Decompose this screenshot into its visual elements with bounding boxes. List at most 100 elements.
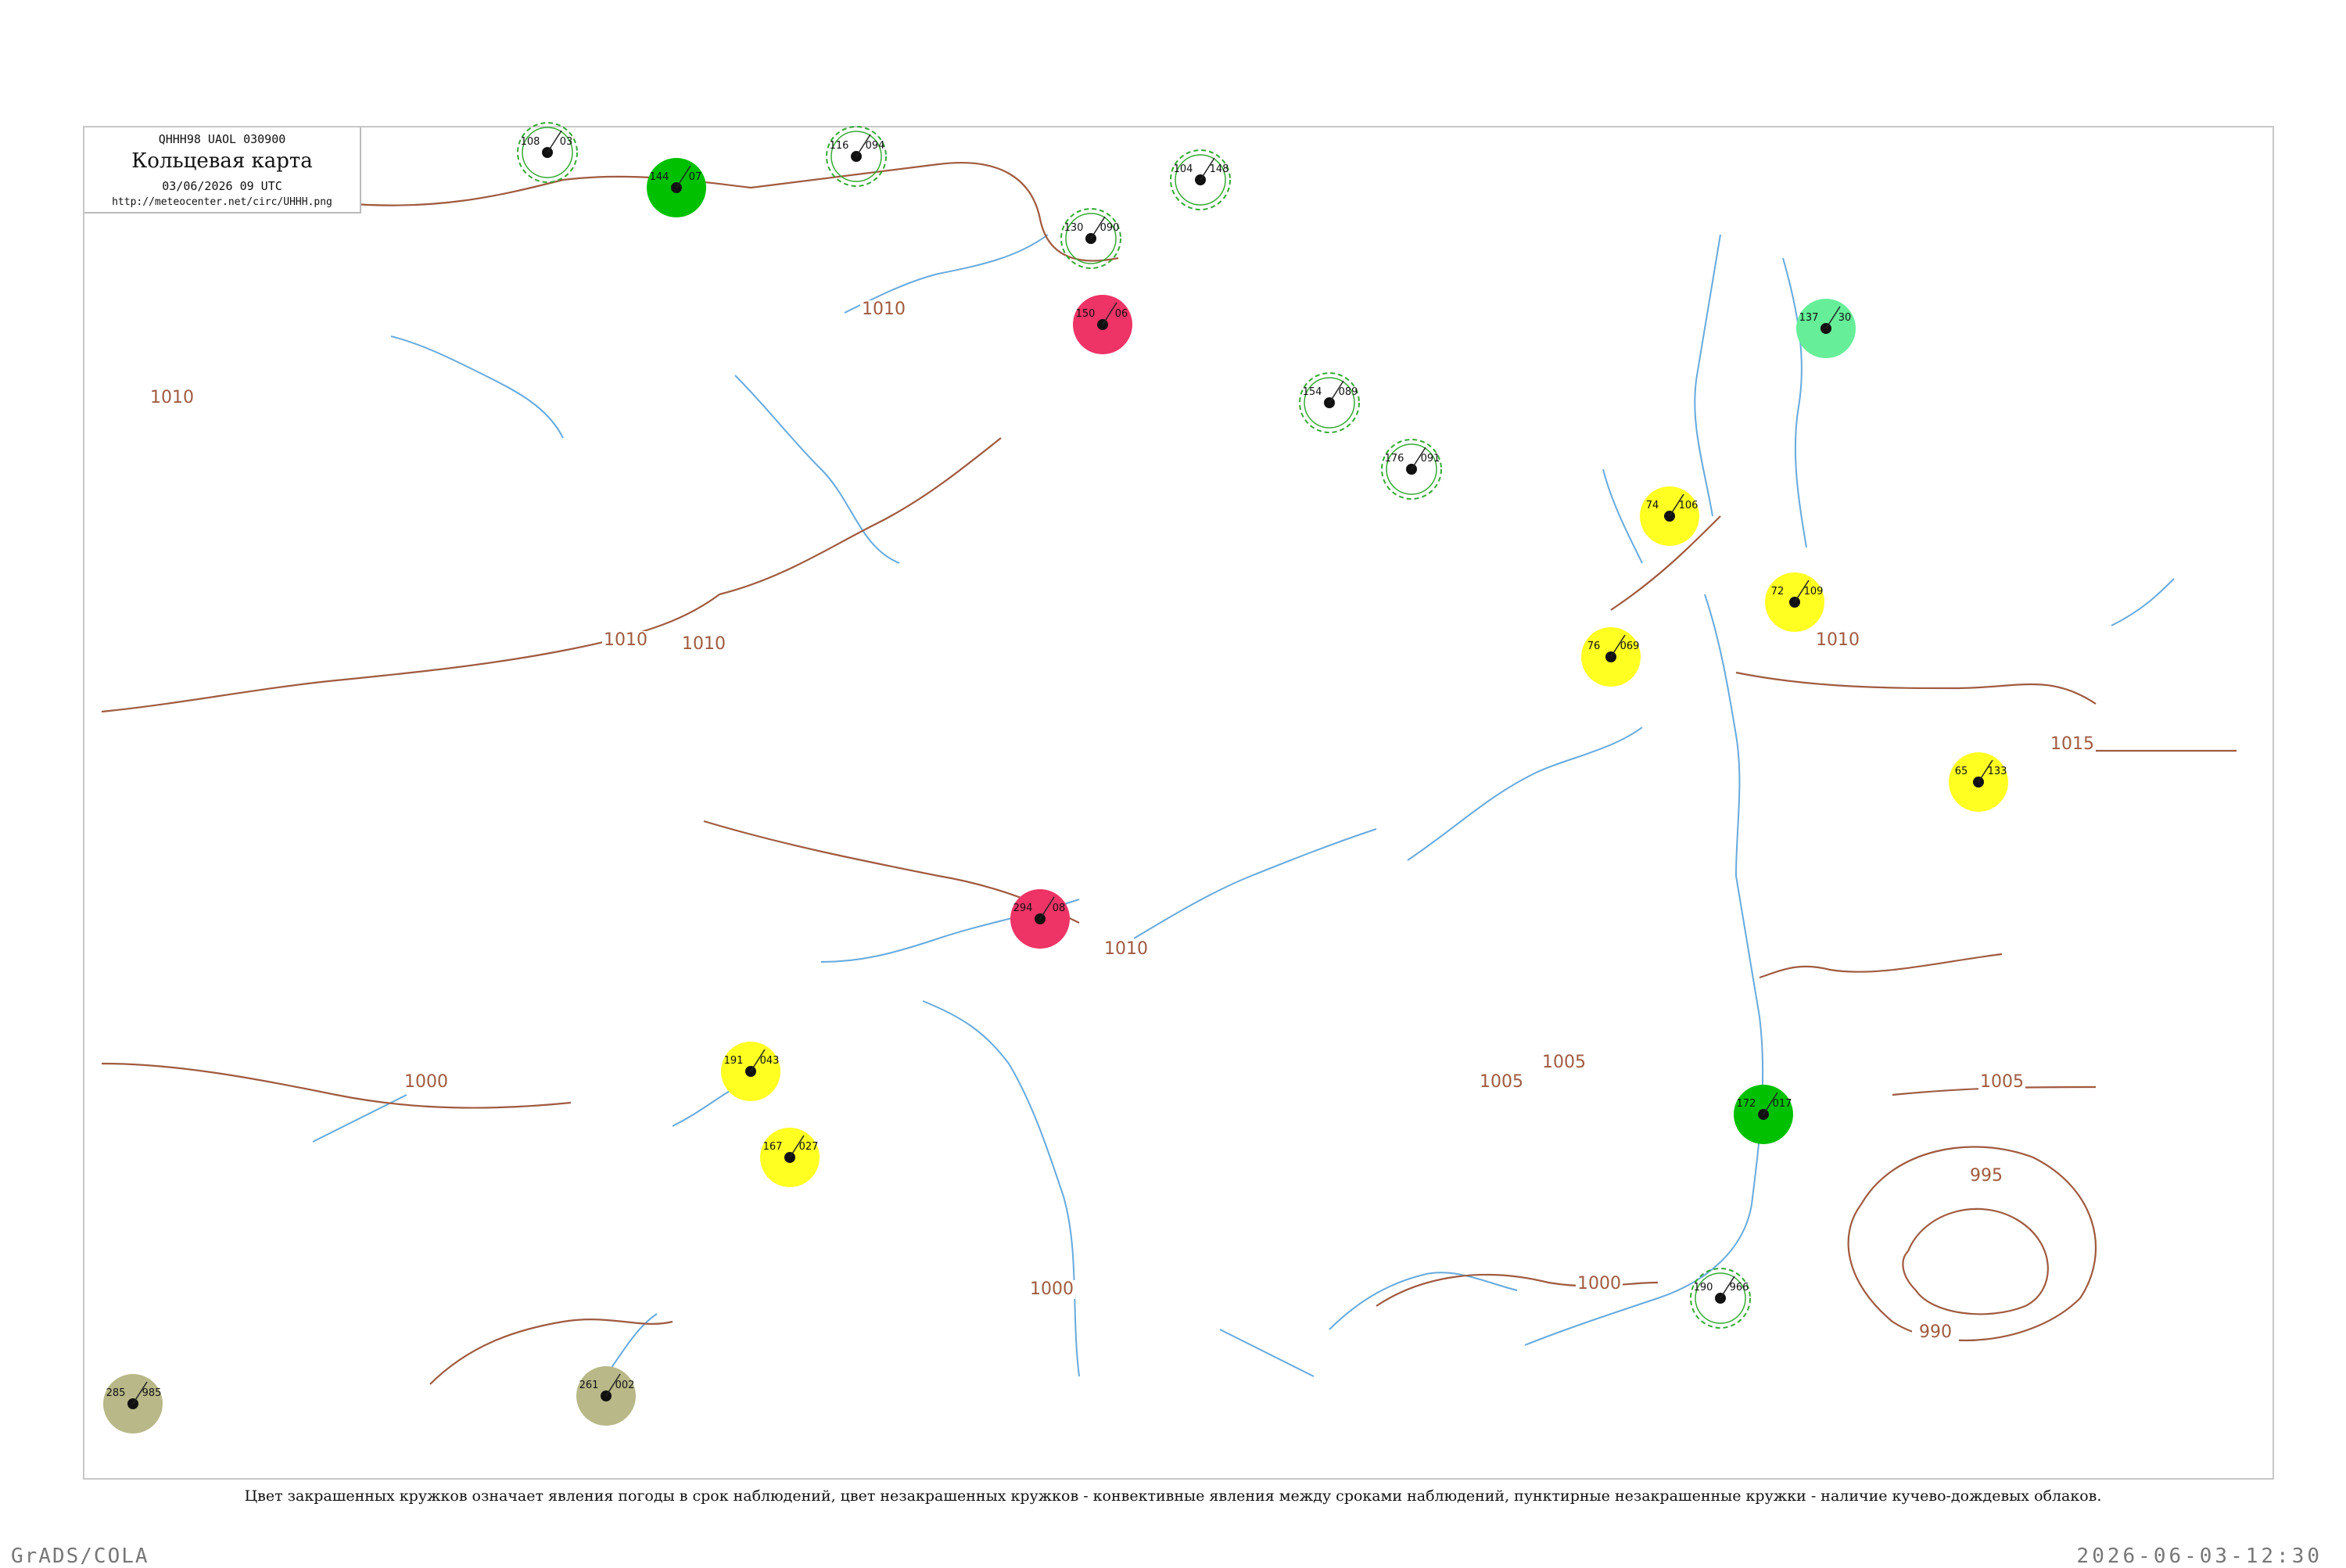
isobar-line-2 xyxy=(101,594,720,713)
river-15 xyxy=(312,1094,407,1143)
station-pressure: 167 xyxy=(763,1141,783,1153)
river-1 xyxy=(734,375,900,564)
isobar-line-1 xyxy=(750,162,1119,262)
station-pressure: 108 xyxy=(521,136,540,148)
map-title: Кольцевая карта xyxy=(131,149,313,173)
stations-layer: 108 03144 07116 094130 090104 148150 06154 0891… xyxy=(103,122,2008,1433)
station-r20[interactable]: 172 017 xyxy=(1734,1085,1793,1144)
station-r13[interactable]: 191 043 xyxy=(721,1042,780,1101)
station-pressure: 74 xyxy=(1646,500,1659,511)
station-pressure: 285 xyxy=(106,1387,126,1399)
river-5 xyxy=(1407,727,1643,861)
station-r7[interactable]: 154 089 xyxy=(1299,372,1360,433)
map-date: 03/06/2026 09 UTC xyxy=(162,179,282,193)
river-10 xyxy=(1219,1329,1315,1377)
river-9 xyxy=(1329,1272,1518,1330)
station-r8[interactable]: 176 091 xyxy=(1381,439,1442,500)
footer-timestamp: 2026-06-03-12:30 xyxy=(2076,1545,2323,1568)
station-r10[interactable]: 76 069 xyxy=(1581,627,1641,687)
station-pressure: 104 xyxy=(1174,163,1193,175)
isobar-label: 1000 xyxy=(1030,1279,1074,1299)
river-17 xyxy=(390,335,564,439)
station-temperature: 966 xyxy=(1730,1282,1749,1294)
isobar-label: 1010 xyxy=(682,634,726,654)
isobar-line-7 xyxy=(1759,953,2003,979)
station-r2[interactable]: 144 07 xyxy=(647,158,706,217)
isobar-line-11 xyxy=(429,1319,673,1385)
station-temperature: 002 xyxy=(615,1380,635,1391)
station-temperature: 08 xyxy=(1053,902,1066,914)
isobar-label: 990 xyxy=(1919,1322,1952,1342)
isobar-label: 1010 xyxy=(150,388,194,407)
isobar-labels-layer: 1010 1010 1010 1010 1010 1010 1015 1005 1005 1005… xyxy=(149,300,2096,1342)
station-r9[interactable]: 74 106 xyxy=(1640,486,1699,546)
station-temperature: 109 xyxy=(1804,586,1824,597)
station-pressure: 154 xyxy=(1303,386,1322,398)
isobar-label: 1000 xyxy=(1577,1274,1621,1294)
station-temperature: 133 xyxy=(1988,766,2007,777)
river-6 xyxy=(1602,468,1643,564)
station-pressure: 144 xyxy=(650,171,669,183)
station-r18[interactable]: 137 30 xyxy=(1796,299,1856,358)
station-pressure: 65 xyxy=(1955,766,1968,777)
station-temperature: 090 xyxy=(1100,222,1120,234)
isobar-label: 1005 xyxy=(1542,1053,1586,1072)
station-temperature: 027 xyxy=(799,1141,819,1153)
isobar-line-10 xyxy=(101,1062,572,1109)
river-12 xyxy=(1782,257,1807,548)
isobar-label: 1015 xyxy=(2050,734,2094,754)
station-temperature: 043 xyxy=(760,1055,780,1067)
isobar-label: 1005 xyxy=(1980,1072,2024,1092)
station-temperature: 985 xyxy=(142,1387,162,1399)
station-r12[interactable]: 65 133 xyxy=(1949,752,2008,812)
station-r5[interactable]: 104 148 xyxy=(1170,149,1231,210)
station-pressure: 116 xyxy=(830,140,849,152)
station-temperature: 091 xyxy=(1421,453,1440,465)
isobar-line-3 xyxy=(719,437,1002,596)
station-temperature: 094 xyxy=(866,140,885,152)
station-pressure: 172 xyxy=(1737,1098,1756,1110)
station-r16[interactable]: 285 985 xyxy=(103,1374,163,1433)
station-pressure: 130 xyxy=(1064,222,1084,234)
isobar-label: 1010 xyxy=(604,630,647,650)
isobar-label: 1010 xyxy=(1816,630,1860,650)
station-temperature: 017 xyxy=(1773,1098,1792,1110)
isobar-label: 1010 xyxy=(862,300,906,319)
river-13 xyxy=(2111,578,2175,626)
station-temperature: 089 xyxy=(1339,386,1358,398)
station-r11[interactable]: 72 109 xyxy=(1765,572,1824,632)
map-info-box: QHHH98 UAOL 030900 Кольцевая карта 03/06… xyxy=(84,127,361,213)
map-url: http://meteocenter.net/circ/UHHH.png xyxy=(112,196,332,208)
isobar-label: 1010 xyxy=(1104,939,1148,959)
isobar-label: 995 xyxy=(1970,1166,2003,1186)
river-4 xyxy=(1133,828,1377,939)
station-r14[interactable]: 167 027 xyxy=(760,1128,820,1187)
station-temperature: 148 xyxy=(1210,163,1229,175)
station-r1[interactable]: 108 03 xyxy=(517,122,578,183)
station-pressure: 76 xyxy=(1587,640,1601,652)
river-7 xyxy=(1704,594,1760,1017)
station-pressure: 150 xyxy=(1076,308,1096,320)
station-pressure: 176 xyxy=(1385,453,1404,465)
river-2 xyxy=(922,1000,1080,1377)
station-r6[interactable]: 150 06 xyxy=(1073,295,1132,354)
river-11 xyxy=(1694,234,1721,517)
station-temperature: 06 xyxy=(1115,308,1128,320)
station-pressure: 294 xyxy=(1013,902,1033,914)
station-r17[interactable]: 261 002 xyxy=(576,1366,636,1426)
station-pressure: 261 xyxy=(579,1380,599,1391)
station-temperature: 069 xyxy=(1620,640,1640,652)
station-r19[interactable]: 190 966 xyxy=(1690,1268,1751,1329)
station-pressure: 72 xyxy=(1771,586,1785,597)
footer-grads: GrADS/COLA xyxy=(11,1545,149,1568)
station-temperature: 07 xyxy=(689,171,702,183)
station-temperature: 30 xyxy=(1838,312,1852,324)
station-r15[interactable]: 294 08 xyxy=(1010,889,1070,949)
rivers-layer xyxy=(312,234,2175,1393)
station-temperature: 106 xyxy=(1679,500,1699,511)
isobar-line-14 xyxy=(1902,1207,2049,1315)
station-pressure: 137 xyxy=(1799,312,1819,324)
isobar-label: 1000 xyxy=(404,1072,448,1092)
station-temperature: 03 xyxy=(560,136,573,148)
station-pressure: 190 xyxy=(1694,1282,1713,1294)
